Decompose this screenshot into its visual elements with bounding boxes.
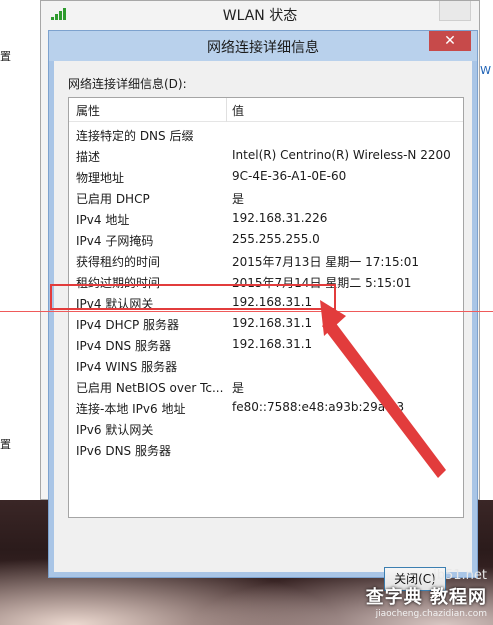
wlan-titlebar[interactable]: WLAN 状态 (41, 1, 479, 29)
details-list-label: 网络连接详细信息(D): (68, 77, 187, 91)
row-value: Intel(R) Centrino(R) Wireless-N 2200 (232, 148, 451, 162)
table-row[interactable]: 获得租约的时间 2015年7月13日 星期一 17:15:01 (69, 251, 463, 272)
row-property: IPv4 WINS 服务器 (76, 360, 178, 374)
background-window-right: W (479, 0, 493, 500)
row-value: 192.168.31.1 (232, 316, 313, 330)
wlan-window-title: WLAN 状态 (222, 8, 298, 24)
dialog-titlebar[interactable]: 网络连接详细信息 ✕ (49, 31, 477, 61)
table-row[interactable]: IPv4 地址 192.168.31.226 (69, 209, 463, 230)
annotation-guide-line (0, 311, 493, 312)
list-header: 属性 值 (69, 98, 463, 122)
row-value: 2015年7月13日 星期一 17:15:01 (232, 255, 419, 269)
row-value: 是 (232, 192, 245, 206)
row-property: IPv4 地址 (76, 213, 130, 227)
dialog-close-x-button[interactable]: ✕ (429, 31, 471, 51)
row-value: 255.255.255.0 (232, 232, 320, 246)
row-property: 已启用 NetBIOS over Tc... (76, 381, 224, 395)
watermark-domain: jb51.net (433, 568, 487, 583)
table-row[interactable]: IPv4 DNS 服务器 192.168.31.1 (69, 335, 463, 356)
table-row[interactable]: IPv4 DHCP 服务器 192.168.31.1 (69, 314, 463, 335)
row-value: 9C-4E-36-A1-0E-60 (232, 169, 347, 183)
table-row[interactable]: 已启用 DHCP 是 (69, 188, 463, 209)
row-value: 是 (232, 381, 245, 395)
column-header-property[interactable]: 属性 (76, 102, 100, 119)
background-text: 置 (0, 438, 11, 451)
table-row[interactable]: IPv4 WINS 服务器 (69, 356, 463, 377)
background-link-text: W (480, 64, 491, 77)
row-property: 连接-本地 IPv6 地址 (76, 402, 186, 416)
annotation-highlight-box (50, 284, 336, 310)
row-property: 物理地址 (76, 171, 125, 185)
row-property: 获得租约的时间 (76, 255, 161, 269)
close-icon: ✕ (444, 33, 456, 49)
watermark: jb51.net 查字典 教程网 jiaocheng.chazidian.com (366, 568, 487, 619)
table-row[interactable]: 已启用 NetBIOS over Tc... 是 (69, 377, 463, 398)
dialog-body: 网络连接详细信息(D): 属性 值 连接特定的 DNS 后缀 描述 Intel(R)… (54, 61, 472, 591)
background-text: 置 (0, 50, 11, 63)
row-property: IPv4 DNS 服务器 (76, 339, 171, 353)
column-header-value[interactable]: 值 (232, 102, 244, 119)
watermark-brand: 查字典 教程网 (365, 587, 487, 608)
column-separator[interactable] (226, 98, 227, 122)
row-value: 192.168.31.1 (232, 337, 313, 351)
wlan-close-button[interactable] (439, 1, 471, 21)
row-value: 192.168.31.226 (232, 211, 328, 225)
row-property: IPv6 默认网关 (76, 423, 154, 437)
row-property: 描述 (76, 150, 101, 164)
table-row[interactable]: 物理地址 9C-4E-36-A1-0E-60 (69, 167, 463, 188)
watermark-url: jiaocheng.chazidian.com (375, 609, 487, 619)
dialog-title: 网络连接详细信息 (207, 40, 319, 56)
table-row[interactable]: 描述 Intel(R) Centrino(R) Wireless-N 2200 (69, 146, 463, 167)
row-property: IPv6 DNS 服务器 (76, 444, 171, 458)
table-row[interactable]: IPv4 子网掩码 255.255.255.0 (69, 230, 463, 251)
row-value: fe80::7588:e48:a93b:29a%3 (232, 400, 405, 414)
table-row[interactable]: 连接-本地 IPv6 地址 fe80::7588:e48:a93b:29a%3 (69, 398, 463, 419)
row-property: 连接特定的 DNS 后缀 (76, 129, 194, 143)
row-property: IPv4 DHCP 服务器 (76, 318, 180, 332)
table-row[interactable]: IPv6 DNS 服务器 (69, 440, 463, 461)
background-window-left: 置 置 (0, 0, 40, 500)
row-property: 已启用 DHCP (76, 192, 150, 206)
table-row[interactable]: 连接特定的 DNS 后缀 (69, 125, 463, 146)
table-row[interactable]: IPv6 默认网关 (69, 419, 463, 440)
row-property: IPv4 子网掩码 (76, 234, 154, 248)
